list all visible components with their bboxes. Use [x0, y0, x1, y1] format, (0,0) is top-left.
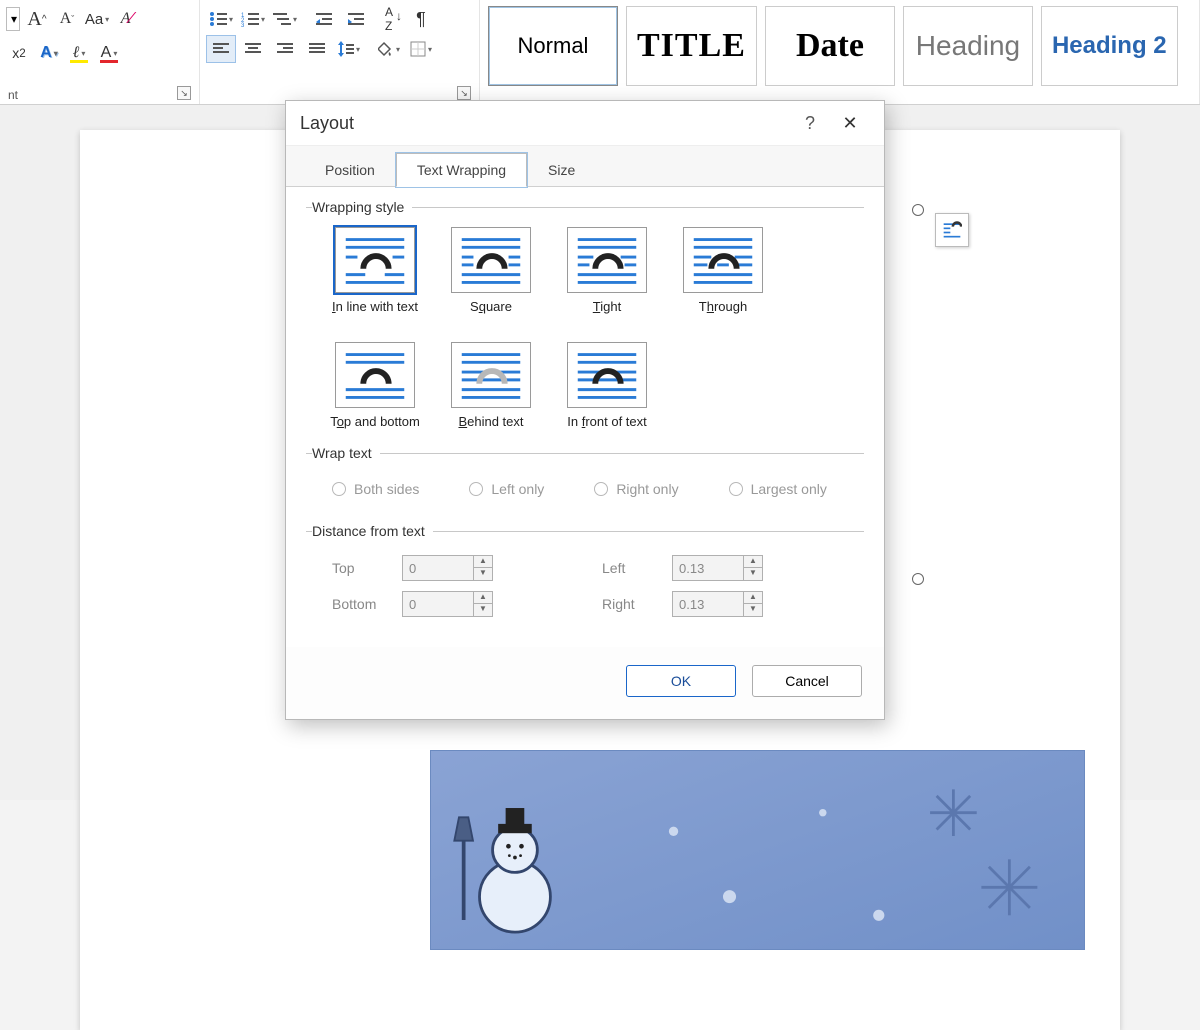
- bottom-up: ▲: [474, 592, 492, 604]
- wrap-option-behind[interactable]: Behind text: [448, 342, 534, 429]
- wrap-option-topbottom[interactable]: Top and bottom: [332, 342, 418, 429]
- radio-left-only: Left only: [469, 481, 544, 497]
- style-title[interactable]: TITLE: [626, 6, 757, 86]
- dialog-tabs: PositionText WrappingSize: [286, 145, 884, 186]
- top-spinner: ▲▼: [402, 555, 512, 581]
- ok-button[interactable]: OK: [626, 665, 736, 697]
- font-group-label: nt: [0, 88, 199, 102]
- increase-indent-button[interactable]: [342, 5, 372, 33]
- svg-text:3: 3: [241, 23, 245, 27]
- layout-dialog: Layout ? ✕ PositionText WrappingSize Wra…: [285, 100, 885, 720]
- tab-textwrapping[interactable]: Text Wrapping: [396, 153, 527, 187]
- radio-icon: [594, 482, 608, 496]
- top-down: ▼: [474, 568, 492, 580]
- numbering-button[interactable]: 123▾: [238, 5, 268, 33]
- distance-group: Distance from text Top▲▼Left▲▼Bottom▲▼Ri…: [306, 523, 864, 631]
- shrink-font-button[interactable]: Aˇ: [54, 6, 80, 32]
- radio-icon: [332, 482, 346, 496]
- wrap-option-through[interactable]: Through: [680, 227, 766, 314]
- style-date[interactable]: Date: [765, 6, 895, 86]
- wrap-icon-square: [451, 227, 531, 293]
- align-right-button[interactable]: [270, 35, 300, 63]
- superscript-button[interactable]: x2: [6, 40, 32, 66]
- left-down: ▼: [744, 568, 762, 580]
- wrapping-style-group: Wrapping style In line with textSquareTi…: [306, 199, 864, 435]
- multilevel-list-button[interactable]: ▾: [270, 5, 300, 33]
- dialog-title: Layout: [300, 113, 354, 134]
- left-spinner: ▲▼: [672, 555, 782, 581]
- radio-largest-only: Largest only: [729, 481, 827, 497]
- text-effects-button[interactable]: A▾: [36, 40, 62, 66]
- layout-options-button[interactable]: [935, 213, 969, 247]
- radio-both-sides: Both sides: [332, 481, 419, 497]
- wrap-option-infront[interactable]: In front of text: [564, 342, 650, 429]
- line-spacing-button[interactable]: ▾: [334, 35, 364, 63]
- grow-font-button[interactable]: A^: [24, 6, 50, 32]
- tab-size[interactable]: Size: [527, 153, 596, 187]
- paragraph-group: ▾ 123▾ ▾ AZ↓ ¶ ▾ ▾ ▾ ↘: [200, 0, 480, 104]
- font-group: ▾ A^ Aˇ Aa▾ A⁄ x2 A▾ ℓ▾ A▾ nt ↘: [0, 0, 200, 104]
- wrap-icon-tight: [567, 227, 647, 293]
- borders-button[interactable]: ▾: [406, 35, 436, 63]
- bottom-down: ▼: [474, 604, 492, 616]
- selection-handle[interactable]: [912, 573, 924, 585]
- paragraph-dialog-launcher[interactable]: ↘: [457, 86, 471, 100]
- align-left-button[interactable]: [206, 35, 236, 63]
- highlight-button[interactable]: ℓ▾: [66, 40, 92, 66]
- right-down: ▼: [744, 604, 762, 616]
- wrap-icon-through: [683, 227, 763, 293]
- font-dialog-launcher[interactable]: ↘: [177, 86, 191, 100]
- wrap-icon-infront: [567, 342, 647, 408]
- help-button[interactable]: ?: [790, 113, 830, 134]
- show-marks-button[interactable]: ¶: [406, 5, 436, 33]
- top-up: ▲: [474, 556, 492, 568]
- wrap-option-inline[interactable]: In line with text: [332, 227, 418, 314]
- wrap-icon-inline: [335, 227, 415, 293]
- tab-position[interactable]: Position: [304, 153, 396, 187]
- style-heading-2[interactable]: Heading 2: [1041, 6, 1178, 86]
- decrease-indent-button[interactable]: [310, 5, 340, 33]
- style-normal[interactable]: Normal: [488, 6, 618, 86]
- close-button[interactable]: ✕: [830, 113, 870, 134]
- radio-icon: [729, 482, 743, 496]
- font-name-dropdown[interactable]: ▾: [6, 7, 20, 31]
- right-up: ▲: [744, 592, 762, 604]
- clear-formatting-button[interactable]: A⁄: [114, 6, 140, 32]
- shading-button[interactable]: ▾: [374, 35, 404, 63]
- align-center-button[interactable]: [238, 35, 268, 63]
- styles-group: NormalTITLEDateHeadingHeading 2: [480, 0, 1200, 104]
- left-input: [672, 555, 744, 581]
- wrap-icon-behind: [451, 342, 531, 408]
- dialog-titlebar: Layout ? ✕: [286, 101, 884, 145]
- top-input: [402, 555, 474, 581]
- justify-button[interactable]: [302, 35, 332, 63]
- cancel-button[interactable]: Cancel: [752, 665, 862, 697]
- bottom-input: [402, 591, 474, 617]
- snowman-image[interactable]: [430, 750, 1085, 950]
- wrap-text-group: Wrap text Both sidesLeft onlyRight onlyL…: [306, 445, 864, 513]
- ribbon: ▾ A^ Aˇ Aa▾ A⁄ x2 A▾ ℓ▾ A▾ nt ↘ ▾ 123▾ ▾…: [0, 0, 1200, 105]
- radio-icon: [469, 482, 483, 496]
- bullets-button[interactable]: ▾: [206, 5, 236, 33]
- left-up: ▲: [744, 556, 762, 568]
- right-input: [672, 591, 744, 617]
- change-case-button[interactable]: Aa▾: [84, 6, 110, 32]
- wrap-option-tight[interactable]: Tight: [564, 227, 650, 314]
- radio-right-only: Right only: [594, 481, 678, 497]
- font-color-button[interactable]: A▾: [96, 40, 122, 66]
- sort-button[interactable]: AZ↓: [374, 5, 404, 33]
- wrap-icon-topbottom: [335, 342, 415, 408]
- style-heading[interactable]: Heading: [903, 6, 1033, 86]
- right-spinner: ▲▼: [672, 591, 782, 617]
- selection-handle[interactable]: [912, 204, 924, 216]
- wrap-option-square[interactable]: Square: [448, 227, 534, 314]
- bottom-spinner: ▲▼: [402, 591, 512, 617]
